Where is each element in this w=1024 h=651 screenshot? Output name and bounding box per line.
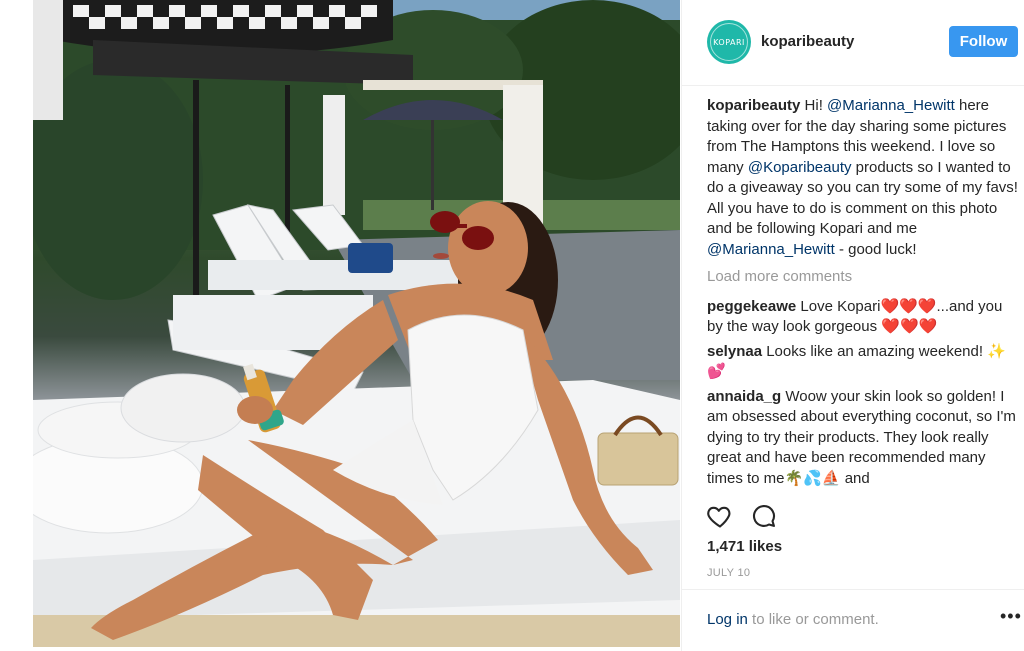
likes-count[interactable]: 1,471 likes — [707, 538, 782, 555]
caption: koparibeauty Hi! @Marianna_Hewitt here t… — [707, 96, 1022, 260]
load-more-comments[interactable]: Load more comments — [707, 267, 1022, 288]
mention-link[interactable]: @Koparibeauty — [748, 159, 852, 176]
comment-username[interactable]: peggekeawe — [707, 298, 796, 315]
account-username[interactable]: koparibeauty — [761, 33, 854, 50]
avatar-ring — [710, 23, 748, 61]
caption-text-1: Hi! — [800, 97, 828, 114]
post-footer: Log in to like or comment. ••• — [682, 589, 1024, 651]
login-prompt: Log in to like or comment. — [707, 611, 879, 628]
comment-text: Love Kopari — [796, 297, 881, 315]
comment-bubble-icon[interactable] — [750, 502, 778, 530]
login-prompt-text: to like or comment. — [747, 611, 879, 628]
caption-username[interactable]: koparibeauty — [707, 97, 800, 114]
caption-text-4: - good luck! — [834, 240, 917, 258]
comment-username[interactable]: selynaa — [707, 343, 762, 360]
post-photo[interactable] — [33, 0, 680, 647]
login-link[interactable]: Log in — [707, 611, 748, 628]
hearts-emoji: ❤️❤️❤️ — [880, 297, 937, 315]
hearts-emoji: ❤️❤️❤️ — [881, 318, 938, 335]
comment-item: selynaa Looks like an amazing weekend! ✨… — [707, 342, 1022, 383]
post-actions — [706, 502, 1006, 532]
more-options-icon[interactable]: ••• — [1000, 606, 1022, 627]
mention-link[interactable]: @Marianna_Hewitt — [707, 241, 835, 258]
comments-list[interactable]: koparibeauty Hi! @Marianna_Hewitt here t… — [707, 96, 1022, 492]
heart-outline-icon[interactable] — [706, 502, 734, 530]
post-side-panel: KOPARI koparibeauty Follow koparibeauty … — [681, 0, 1024, 651]
comment-item: annaida_g Woow your skin look so golden!… — [707, 387, 1022, 490]
follow-button[interactable]: Follow — [949, 26, 1018, 57]
mention-link[interactable]: @Marianna_Hewitt — [827, 97, 955, 114]
post-date: JULY 10 — [707, 567, 751, 579]
comment-item: peggekeawe Love Kopari❤️❤️❤️...and you b… — [707, 297, 1022, 338]
photo-illustration — [33, 0, 680, 647]
comment-username[interactable]: annaida_g — [707, 388, 781, 405]
avatar[interactable]: KOPARI — [707, 20, 751, 64]
post-header: KOPARI koparibeauty Follow — [682, 0, 1024, 86]
